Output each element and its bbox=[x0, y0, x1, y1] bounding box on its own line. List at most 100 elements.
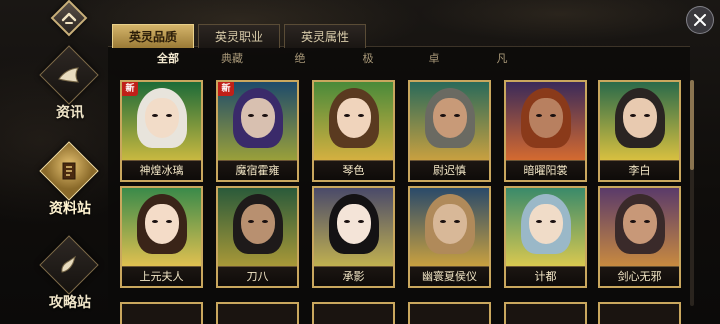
filter-ji[interactable]: 极 bbox=[363, 50, 374, 66]
hero-card[interactable]: 上元夫人 bbox=[120, 186, 203, 288]
hero-eye bbox=[165, 220, 172, 223]
hero-face bbox=[240, 98, 275, 138]
hero-card[interactable]: 琴色 bbox=[312, 80, 395, 182]
sidebar-item-database[interactable]: 资料站 bbox=[34, 141, 106, 230]
tab-attribute[interactable]: 英灵属性 bbox=[284, 24, 367, 48]
hero-eye bbox=[357, 114, 364, 117]
sidebar-item-label: 资料站 bbox=[49, 201, 91, 217]
hero-name: 尉迟慎 bbox=[410, 160, 489, 180]
hero-eye bbox=[151, 114, 158, 117]
hero-portrait bbox=[218, 188, 297, 266]
scroll-icon bbox=[48, 150, 90, 192]
hero-name: 承影 bbox=[314, 266, 393, 286]
hero-portrait bbox=[122, 188, 201, 266]
close-button[interactable] bbox=[686, 6, 714, 34]
hero-card[interactable]: 李白 bbox=[598, 80, 681, 182]
sidebar-item-guides[interactable]: 攻略站 bbox=[34, 235, 106, 324]
hero-card[interactable]: 暗曜阳裳 bbox=[504, 80, 587, 182]
hero-eye bbox=[439, 114, 446, 117]
hero-face bbox=[144, 204, 179, 244]
close-icon bbox=[694, 14, 706, 26]
filter-all[interactable]: 全部 bbox=[157, 50, 179, 66]
hero-card[interactable]: 幽寰夏侯仪 bbox=[408, 186, 491, 288]
hero-face bbox=[622, 204, 657, 244]
back-button[interactable] bbox=[50, 0, 88, 37]
hero-card-partial[interactable] bbox=[216, 302, 299, 324]
hero-face bbox=[144, 98, 179, 138]
hero-eye bbox=[247, 114, 254, 117]
hero-face bbox=[336, 98, 371, 138]
hero-eye bbox=[343, 220, 350, 223]
hero-card-partial[interactable] bbox=[408, 302, 491, 324]
hero-eye bbox=[151, 220, 158, 223]
brush-icon bbox=[48, 244, 90, 286]
hero-face bbox=[240, 204, 275, 244]
hero-name: 神煌冰璃 bbox=[122, 160, 201, 180]
hero-eye bbox=[261, 114, 268, 117]
hero-name: 暗曜阳裳 bbox=[506, 160, 585, 180]
new-badge: 新 bbox=[218, 82, 234, 96]
hero-eye bbox=[453, 220, 460, 223]
tab-quality[interactable]: 英灵品质 bbox=[112, 24, 195, 48]
hero-card-partial[interactable] bbox=[312, 302, 395, 324]
tab-class[interactable]: 英灵职业 bbox=[198, 24, 281, 48]
scrollbar-thumb[interactable] bbox=[690, 80, 694, 170]
hero-name: 琴色 bbox=[314, 160, 393, 180]
hero-face bbox=[336, 204, 371, 244]
hero-eye bbox=[247, 220, 254, 223]
hero-portrait bbox=[506, 188, 585, 266]
hero-eye bbox=[357, 220, 364, 223]
horn-icon bbox=[48, 54, 90, 96]
hero-face bbox=[622, 98, 657, 138]
hero-face bbox=[432, 204, 467, 244]
back-arrow-icon bbox=[61, 12, 77, 24]
hero-card-partial[interactable] bbox=[598, 302, 681, 324]
hero-eye bbox=[643, 220, 650, 223]
sidebar-item-label: 攻略站 bbox=[49, 295, 91, 311]
hero-name: 幽寰夏侯仪 bbox=[410, 266, 489, 286]
scrollbar[interactable] bbox=[690, 80, 694, 306]
hero-card[interactable]: 神煌冰璃新 bbox=[120, 80, 203, 182]
hero-portrait bbox=[600, 188, 679, 266]
hero-portrait bbox=[600, 82, 679, 160]
sidebar: 资讯 资料站 攻略站 bbox=[0, 40, 110, 324]
hero-card[interactable]: 剑心无邪 bbox=[598, 186, 681, 288]
hero-card-partial[interactable] bbox=[504, 302, 587, 324]
quality-filter-bar: 全部 典藏 绝 极 卓 凡 bbox=[120, 50, 680, 68]
hero-name: 魔宿霍雍 bbox=[218, 160, 297, 180]
hero-card[interactable]: 承影 bbox=[312, 186, 395, 288]
hero-portrait bbox=[410, 82, 489, 160]
hero-card[interactable]: 尉迟慎 bbox=[408, 80, 491, 182]
hero-eye bbox=[453, 114, 460, 117]
sidebar-item-news[interactable]: 资讯 bbox=[34, 45, 106, 134]
hero-eye bbox=[165, 114, 172, 117]
hero-portrait bbox=[314, 82, 393, 160]
hero-card[interactable]: 计都 bbox=[504, 186, 587, 288]
hero-name: 李白 bbox=[600, 160, 679, 180]
hero-eye bbox=[261, 220, 268, 223]
filter-jue[interactable]: 绝 bbox=[295, 50, 306, 66]
hero-name: 刀八 bbox=[218, 266, 297, 286]
hero-eye bbox=[629, 220, 636, 223]
hero-eye bbox=[629, 114, 636, 117]
hero-eye bbox=[439, 220, 446, 223]
hero-portrait bbox=[506, 82, 585, 160]
hero-eye bbox=[343, 114, 350, 117]
hero-name: 剑心无邪 bbox=[600, 266, 679, 286]
hero-card[interactable]: 魔宿霍雍新 bbox=[216, 80, 299, 182]
new-badge: 新 bbox=[122, 82, 138, 96]
hero-face bbox=[528, 98, 563, 138]
category-tabs: 英灵品质 英灵职业 英灵属性 bbox=[112, 24, 367, 48]
hero-eye bbox=[549, 114, 556, 117]
hero-card-partial[interactable] bbox=[120, 302, 203, 324]
filter-collection[interactable]: 典藏 bbox=[221, 50, 243, 66]
hero-portrait bbox=[314, 188, 393, 266]
hero-card[interactable]: 刀八 bbox=[216, 186, 299, 288]
hero-grid: 神煌冰璃 新魔宿霍雍 新琴色 尉迟慎 暗曜阳裳 李白上元夫人 刀八 承影 幽寰夏侯仪 计都 剑心无邪 bbox=[118, 80, 698, 324]
sidebar-item-label: 资讯 bbox=[56, 105, 84, 121]
filter-zhuo[interactable]: 卓 bbox=[429, 50, 440, 66]
hero-face bbox=[528, 204, 563, 244]
filter-fan[interactable]: 凡 bbox=[497, 50, 508, 66]
hero-portrait bbox=[410, 188, 489, 266]
hero-eye bbox=[535, 114, 542, 117]
